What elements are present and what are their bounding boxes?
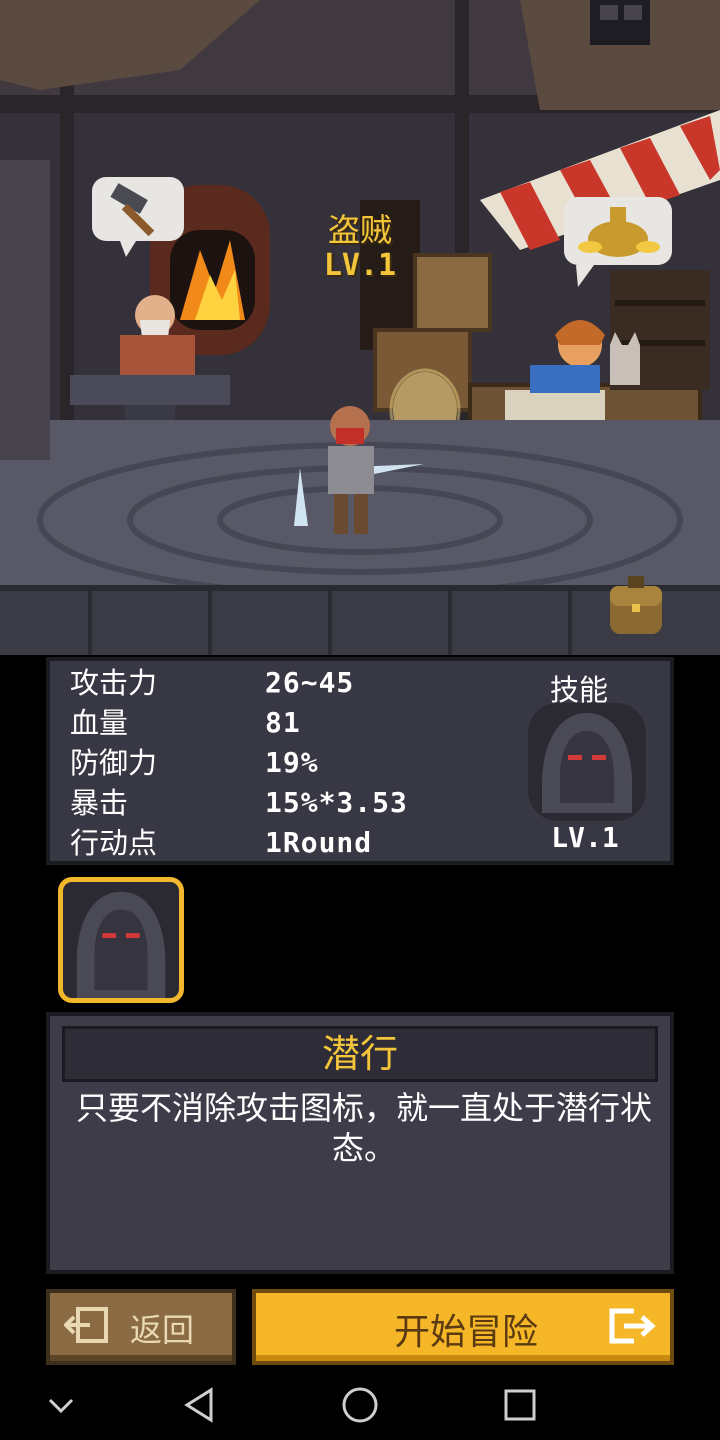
skill-description-panel: 潜行 只要不消除攻击图标，就一直处于潜行状态。 — [46, 1012, 674, 1274]
stat-value: 19% — [265, 746, 319, 779]
stat-value: 1Round — [265, 826, 373, 859]
character-level: LV.1 — [323, 248, 397, 283]
home-circle-icon[interactable] — [337, 1382, 383, 1428]
backpack-icon[interactable] — [602, 572, 670, 640]
skill-level: LV.1 — [551, 821, 619, 854]
thief-hero-sprite — [294, 406, 424, 534]
character-name: 盗贼 — [327, 211, 392, 249]
exit-arrow-icon — [609, 1308, 656, 1344]
stat-row-defense: 防御力 19% — [70, 743, 470, 783]
stat-value: 26~45 — [265, 666, 355, 699]
chevron-down-icon[interactable] — [38, 1382, 84, 1428]
selected-skill-slot[interactable] — [58, 877, 184, 1003]
stat-row-attack: 攻击力 26~45 — [70, 663, 470, 703]
hammer-icon — [92, 177, 184, 257]
stat-label: 防御力 — [70, 746, 158, 780]
stat-value: 15%*3.53 — [265, 786, 408, 819]
stat-row-crit: 暴击 15%*3.53 — [70, 783, 470, 823]
stats-panel: 攻击力 26~45 血量 81 防御力 19% 暴击 15%*3.53 行动点 … — [46, 657, 674, 865]
stat-row-action-points: 行动点 1Round — [70, 823, 470, 863]
stat-row-hp: 血量 81 — [70, 703, 470, 743]
coin-bag-icon — [564, 197, 672, 287]
hooded-figure-icon[interactable] — [528, 703, 646, 821]
system-nav-bar — [0, 1370, 720, 1440]
skill-name: 潜行 — [62, 1026, 658, 1082]
skill-description: 只要不消除攻击图标，就一直处于潜行状态。 — [75, 1089, 652, 1167]
stat-value: 81 — [265, 706, 301, 739]
stat-label: 攻击力 — [70, 666, 158, 700]
back-button[interactable]: 返回 — [46, 1289, 236, 1365]
exit-door-icon — [64, 1307, 108, 1343]
stat-label: 血量 — [70, 706, 129, 740]
game-scene: 盗贼 LV.1 — [0, 0, 720, 655]
recents-square-icon[interactable] — [497, 1382, 543, 1428]
stat-label: 行动点 — [70, 826, 158, 860]
back-button-label: 返回 — [130, 1311, 195, 1349]
back-triangle-icon[interactable] — [177, 1382, 223, 1428]
tavern-background — [0, 0, 720, 655]
start-adventure-button[interactable]: 开始冒险 — [252, 1289, 674, 1365]
stat-label: 暴击 — [70, 786, 129, 820]
hooded-figure-icon — [76, 891, 166, 998]
